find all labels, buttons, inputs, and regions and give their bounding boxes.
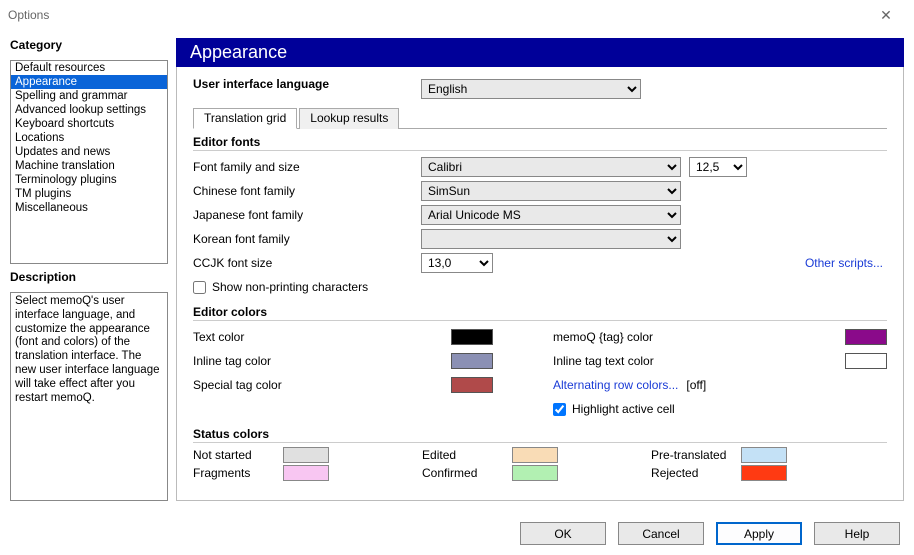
inline-tag-text-color-swatch[interactable] xyxy=(845,353,887,369)
tabs: Translation gridLookup results xyxy=(193,107,887,129)
highlight-active-label: Highlight active cell xyxy=(572,402,675,416)
category-item[interactable]: Updates and news xyxy=(11,145,167,159)
apply-button[interactable]: Apply xyxy=(716,522,802,545)
help-button[interactable]: Help xyxy=(814,522,900,545)
category-item[interactable]: Terminology plugins xyxy=(11,173,167,187)
text-color-label: Text color xyxy=(193,330,303,344)
font-family-select[interactable]: Calibri xyxy=(421,157,681,177)
text-color-swatch[interactable] xyxy=(451,329,493,345)
ccjk-size-label: CCJK font size xyxy=(193,256,421,270)
status-rejected-swatch[interactable] xyxy=(741,465,787,481)
tab[interactable]: Translation grid xyxy=(193,108,297,129)
japanese-font-label: Japanese font family xyxy=(193,208,421,222)
inline-tag-color-swatch[interactable] xyxy=(451,353,493,369)
status-edited-swatch[interactable] xyxy=(512,447,558,463)
font-family-label: Font family and size xyxy=(193,160,421,174)
memoq-tag-color-label: memoQ {tag} color xyxy=(553,330,703,344)
other-scripts-link[interactable]: Other scripts... xyxy=(805,256,883,270)
cancel-button[interactable]: Cancel xyxy=(618,522,704,545)
alternating-colors-state: [off] xyxy=(686,378,706,392)
ui-language-label: User interface language xyxy=(193,77,421,91)
inline-tag-text-color-label: Inline tag text color xyxy=(553,354,703,368)
chinese-font-label: Chinese font family xyxy=(193,184,421,198)
editor-colors-header: Editor colors xyxy=(193,305,887,321)
chinese-font-select[interactable]: SimSun xyxy=(421,181,681,201)
category-item[interactable]: Keyboard shortcuts xyxy=(11,117,167,131)
status-edited-label: Edited xyxy=(422,448,512,462)
status-not-started-label: Not started xyxy=(193,448,283,462)
ui-language-select[interactable]: English xyxy=(421,79,641,99)
show-nonprinting-label: Show non-printing characters xyxy=(212,280,368,294)
korean-font-select[interactable] xyxy=(421,229,681,249)
category-listbox[interactable]: Default resourcesAppearanceSpelling and … xyxy=(10,60,168,264)
status-colors-header: Status colors xyxy=(193,427,887,443)
category-item[interactable]: TM plugins xyxy=(11,187,167,201)
status-fragments-swatch[interactable] xyxy=(283,465,329,481)
category-item[interactable]: Machine translation xyxy=(11,159,167,173)
alternating-colors-link[interactable]: Alternating row colors... xyxy=(553,378,678,392)
category-item[interactable]: Appearance xyxy=(11,75,167,89)
page-title-banner: Appearance xyxy=(176,38,904,67)
inline-tag-color-label: Inline tag color xyxy=(193,354,303,368)
highlight-active-checkbox[interactable]: Highlight active cell xyxy=(553,402,675,416)
category-item[interactable]: Locations xyxy=(11,131,167,145)
ok-button[interactable]: OK xyxy=(520,522,606,545)
category-item[interactable]: Spelling and grammar xyxy=(11,89,167,103)
category-header: Category xyxy=(10,38,168,52)
status-confirmed-swatch[interactable] xyxy=(512,465,558,481)
category-item[interactable]: Default resources xyxy=(11,61,167,75)
tab[interactable]: Lookup results xyxy=(299,108,399,129)
status-rejected-label: Rejected xyxy=(651,466,741,480)
status-pretranslated-swatch[interactable] xyxy=(741,447,787,463)
special-tag-color-swatch[interactable] xyxy=(451,377,493,393)
editor-fonts-header: Editor fonts xyxy=(193,135,887,151)
japanese-font-select[interactable]: Arial Unicode MS xyxy=(421,205,681,225)
status-confirmed-label: Confirmed xyxy=(422,466,512,480)
window-title: Options xyxy=(8,8,866,22)
font-size-select[interactable]: 12,5 xyxy=(689,157,747,177)
special-tag-color-label: Special tag color xyxy=(193,378,303,392)
show-nonprinting-checkbox[interactable]: Show non-printing characters xyxy=(193,280,368,294)
korean-font-label: Korean font family xyxy=(193,232,421,246)
ccjk-size-select[interactable]: 13,0 xyxy=(421,253,493,273)
category-item[interactable]: Miscellaneous xyxy=(11,201,167,215)
memoq-tag-color-swatch[interactable] xyxy=(845,329,887,345)
description-header: Description xyxy=(10,270,168,284)
status-fragments-label: Fragments xyxy=(193,466,283,480)
status-not-started-swatch[interactable] xyxy=(283,447,329,463)
description-text: Select memoQ's user interface language, … xyxy=(10,292,168,501)
close-icon[interactable]: ✕ xyxy=(866,7,906,24)
category-item[interactable]: Advanced lookup settings xyxy=(11,103,167,117)
status-pretranslated-label: Pre-translated xyxy=(651,448,741,462)
